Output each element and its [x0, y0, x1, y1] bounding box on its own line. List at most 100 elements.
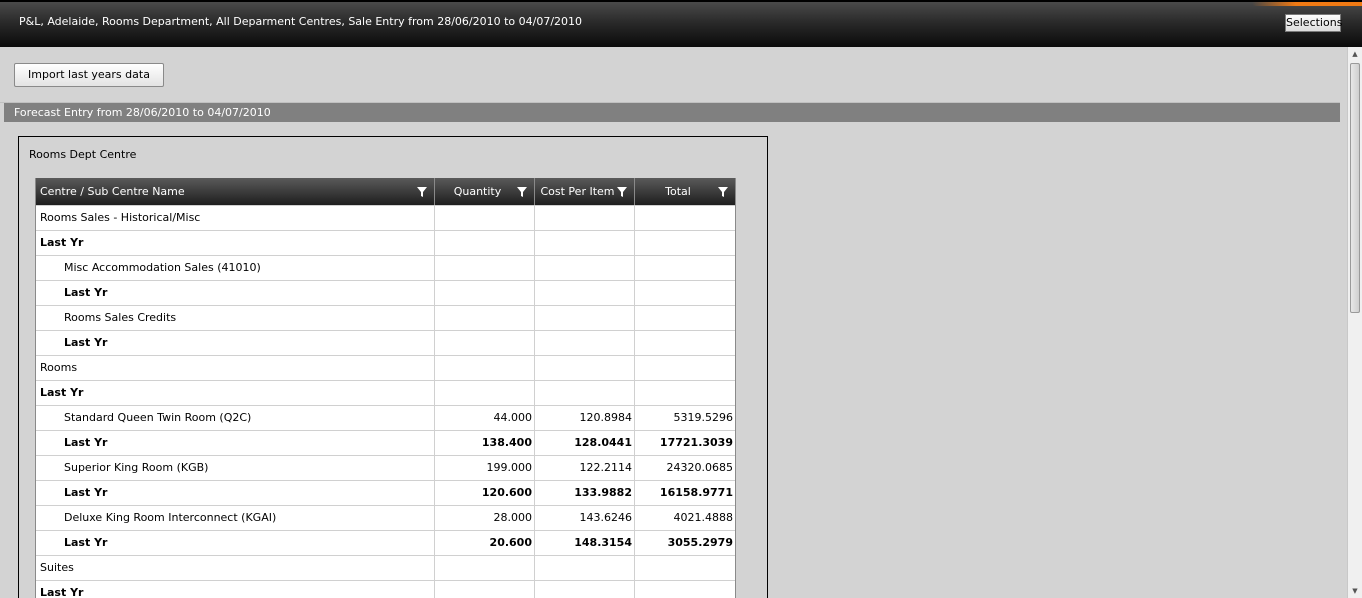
- cost-per-item-cell[interactable]: 148.3154: [535, 531, 635, 555]
- quantity-cell[interactable]: [435, 206, 535, 230]
- cost-per-item-cell[interactable]: 128.0441: [535, 431, 635, 455]
- quantity-cell[interactable]: [435, 331, 535, 355]
- quantity-cell[interactable]: 44.000: [435, 406, 535, 430]
- quantity-cell[interactable]: 199.000: [435, 456, 535, 480]
- total-cell[interactable]: [635, 581, 735, 598]
- cost-per-item-cell[interactable]: [535, 381, 635, 405]
- quantity-cell[interactable]: 138.400: [435, 431, 535, 455]
- name-cell: Rooms Sales Credits: [36, 306, 435, 330]
- table-row[interactable]: Last Yr: [36, 280, 735, 305]
- cost-per-item-cell[interactable]: [535, 306, 635, 330]
- cost-per-item-cell[interactable]: 143.6246: [535, 506, 635, 530]
- page-title: P&L, Adelaide, Rooms Department, All Dep…: [19, 15, 583, 28]
- filter-icon[interactable]: [718, 187, 728, 197]
- quantity-cell[interactable]: [435, 581, 535, 598]
- table-row[interactable]: Deluxe King Room Interconnect (KGAI) 28.0…: [36, 505, 735, 530]
- vertical-scrollbar[interactable]: ▲ ▼: [1347, 47, 1362, 598]
- column-header-total[interactable]: Total: [635, 178, 735, 205]
- scroll-up-arrow-icon[interactable]: ▲: [1348, 47, 1362, 61]
- column-header-label: Cost Per Item: [540, 185, 615, 198]
- cost-per-item-cell[interactable]: [535, 281, 635, 305]
- table-row[interactable]: Standard Queen Twin Room (Q2C) 44.000 120.…: [36, 405, 735, 430]
- table-row[interactable]: Misc Accommodation Sales (41010): [36, 255, 735, 280]
- cost-per-item-cell[interactable]: [535, 256, 635, 280]
- name-cell: Rooms: [36, 356, 435, 380]
- table-row[interactable]: Last Yr 20.600 148.3154 3055.2979: [36, 530, 735, 555]
- column-header-quantity[interactable]: Quantity: [435, 178, 535, 205]
- name-cell: Last Yr: [36, 531, 435, 555]
- total-cell[interactable]: [635, 331, 735, 355]
- name-cell: Last Yr: [36, 431, 435, 455]
- quantity-cell[interactable]: [435, 381, 535, 405]
- name-cell: Last Yr: [36, 481, 435, 505]
- total-cell[interactable]: 17721.3039: [635, 431, 735, 455]
- total-cell[interactable]: [635, 231, 735, 255]
- quantity-cell[interactable]: [435, 356, 535, 380]
- total-cell[interactable]: [635, 206, 735, 230]
- name-cell: Suites: [36, 556, 435, 580]
- name-cell: Superior King Room (KGB): [36, 456, 435, 480]
- cost-per-item-cell[interactable]: 122.2114: [535, 456, 635, 480]
- name-cell: Last Yr: [36, 331, 435, 355]
- cost-per-item-cell[interactable]: [535, 356, 635, 380]
- table-row[interactable]: Superior King Room (KGB) 199.000 122.2114 2…: [36, 455, 735, 480]
- cost-per-item-cell[interactable]: [535, 331, 635, 355]
- name-cell: Last Yr: [36, 381, 435, 405]
- quantity-cell[interactable]: [435, 231, 535, 255]
- total-cell[interactable]: 24320.0685: [635, 456, 735, 480]
- table-row[interactable]: Last Yr: [36, 380, 735, 405]
- quantity-cell[interactable]: 20.600: [435, 531, 535, 555]
- total-cell[interactable]: [635, 381, 735, 405]
- table-row[interactable]: Rooms: [36, 355, 735, 380]
- column-header-name[interactable]: Centre / Sub Centre Name: [36, 178, 435, 205]
- scroll-down-arrow-icon[interactable]: ▼: [1348, 584, 1362, 598]
- scrollbar-thumb[interactable]: [1350, 63, 1360, 313]
- table-row[interactable]: Last Yr 120.600 133.9882 16158.9771: [36, 480, 735, 505]
- selections-button[interactable]: Selections: [1285, 14, 1342, 32]
- name-cell: Last Yr: [36, 581, 435, 598]
- forecast-header: Forecast Entry from 28/06/2010 to 04/07/…: [4, 103, 1340, 122]
- table-row[interactable]: Suites: [36, 555, 735, 580]
- quantity-cell[interactable]: [435, 256, 535, 280]
- filter-icon[interactable]: [517, 187, 527, 197]
- total-cell[interactable]: 3055.2979: [635, 531, 735, 555]
- column-header-label: Total: [665, 185, 691, 198]
- accent-stripe: [1252, 2, 1362, 6]
- toolbar: Import last years data: [0, 47, 1340, 103]
- total-cell[interactable]: [635, 281, 735, 305]
- name-cell: Rooms Sales - Historical/Misc: [36, 206, 435, 230]
- name-cell: Deluxe King Room Interconnect (KGAI): [36, 506, 435, 530]
- table-row[interactable]: Last Yr: [36, 580, 735, 598]
- column-header-cost-per-item[interactable]: Cost Per Item: [535, 178, 635, 205]
- total-cell[interactable]: [635, 356, 735, 380]
- filter-icon[interactable]: [617, 187, 627, 197]
- column-header-label: Centre / Sub Centre Name: [40, 185, 185, 198]
- table-row[interactable]: Rooms Sales Credits: [36, 305, 735, 330]
- table-row[interactable]: Last Yr 138.400 128.0441 17721.3039: [36, 430, 735, 455]
- quantity-cell[interactable]: [435, 306, 535, 330]
- cost-per-item-cell[interactable]: [535, 206, 635, 230]
- total-cell[interactable]: 5319.5296: [635, 406, 735, 430]
- table-row[interactable]: Last Yr: [36, 330, 735, 355]
- total-cell[interactable]: 16158.9771: [635, 481, 735, 505]
- quantity-cell[interactable]: [435, 281, 535, 305]
- name-cell: Last Yr: [36, 281, 435, 305]
- cost-per-item-cell[interactable]: [535, 581, 635, 598]
- total-cell[interactable]: 4021.4888: [635, 506, 735, 530]
- cost-per-item-cell[interactable]: 133.9882: [535, 481, 635, 505]
- filter-icon[interactable]: [417, 187, 427, 197]
- table-row[interactable]: Rooms Sales - Historical/Misc: [36, 205, 735, 230]
- table-row[interactable]: Last Yr: [36, 230, 735, 255]
- total-cell[interactable]: [635, 256, 735, 280]
- total-cell[interactable]: [635, 306, 735, 330]
- cost-per-item-cell[interactable]: 120.8984: [535, 406, 635, 430]
- cost-per-item-cell[interactable]: [535, 556, 635, 580]
- total-cell[interactable]: [635, 556, 735, 580]
- quantity-cell[interactable]: 28.000: [435, 506, 535, 530]
- quantity-cell[interactable]: [435, 556, 535, 580]
- main-content: Import last years data Forecast Entry fr…: [0, 47, 1347, 598]
- cost-per-item-cell[interactable]: [535, 231, 635, 255]
- rooms-dept-panel: Rooms Dept Centre Centre / Sub Centre Na…: [18, 136, 768, 598]
- quantity-cell[interactable]: 120.600: [435, 481, 535, 505]
- import-last-years-data-button[interactable]: Import last years data: [14, 63, 164, 87]
